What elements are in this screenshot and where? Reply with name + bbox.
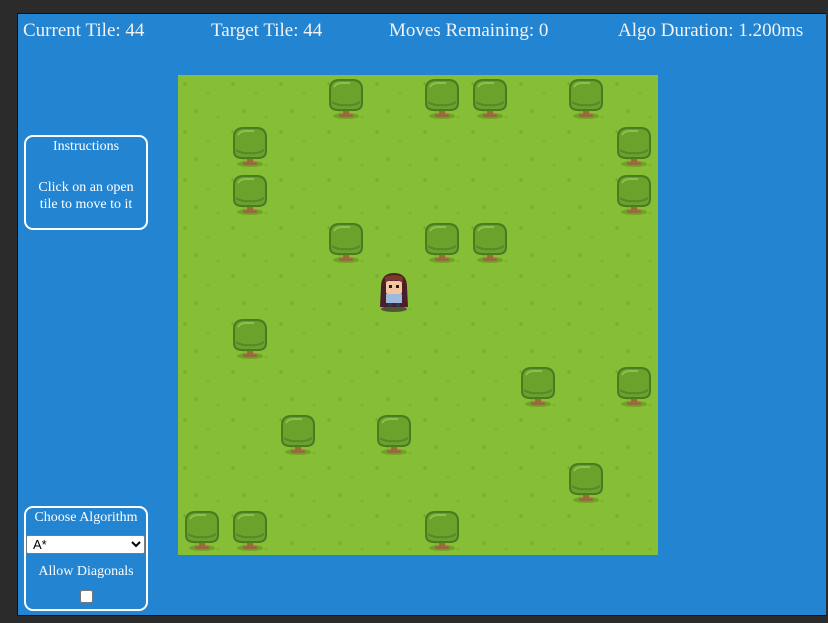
tree-obstacle: [226, 123, 274, 171]
algorithm-select[interactable]: A*: [26, 535, 145, 554]
diagonals-label: Allow Diagonals: [38, 564, 134, 579]
algorithm-label: Choose Algorithm: [34, 510, 138, 525]
tree-obstacle: [322, 75, 370, 123]
tree-obstacle: [370, 411, 418, 459]
player-character: [370, 267, 418, 315]
game-board[interactable]: [178, 75, 658, 555]
tree-obstacle: [610, 123, 658, 171]
moves-remaining-label: Moves Remaining: 0: [389, 20, 549, 41]
tree-obstacle: [610, 363, 658, 411]
instructions-title: Instructions: [52, 139, 120, 154]
tree-obstacle: [226, 171, 274, 219]
tree-obstacle: [610, 171, 658, 219]
algo-duration-label: Algo Duration: 1.200ms: [618, 20, 804, 41]
tree-obstacle: [466, 219, 514, 267]
tree-obstacle: [322, 219, 370, 267]
current-tile-label: Current Tile: 44: [23, 20, 145, 41]
game-window: Current Tile: 44 Target Tile: 44 Moves R…: [17, 13, 826, 616]
instructions-text: Click on an open tile to move to it: [38, 180, 134, 212]
tree-obstacle: [418, 219, 466, 267]
tree-obstacle: [178, 507, 226, 555]
target-tile-label: Target Tile: 44: [211, 20, 323, 41]
diagonals-checkbox[interactable]: [79, 590, 93, 603]
tree-obstacle: [226, 507, 274, 555]
tree-obstacle: [418, 75, 466, 123]
tree-obstacle: [562, 459, 610, 507]
tree-obstacle: [226, 315, 274, 363]
tree-obstacle: [466, 75, 514, 123]
tree-obstacle: [418, 507, 466, 555]
instructions-panel: Instructions Click on an open tile to mo…: [24, 135, 148, 230]
tree-obstacle: [562, 75, 610, 123]
controls-panel: Choose Algorithm A* Allow Diagonals: [24, 506, 148, 611]
tree-obstacle: [514, 363, 562, 411]
tree-obstacle: [274, 411, 322, 459]
